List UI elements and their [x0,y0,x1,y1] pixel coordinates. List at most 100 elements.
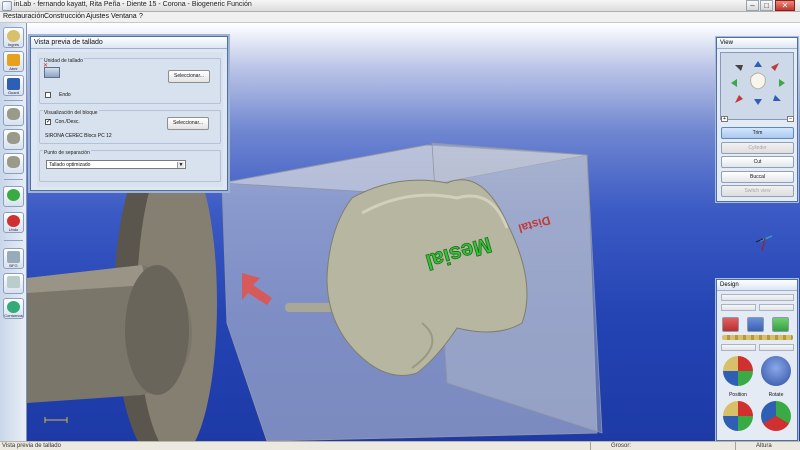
position-control-icon[interactable] [723,401,753,431]
carving-preview-panel: Vista previa de tallado Unidad de tallad… [30,36,228,191]
panel-title: Vista previa de tallado [31,37,227,49]
design-tab-4[interactable] [721,344,756,351]
buccal-button[interactable]: Buccal [721,171,794,183]
save-disk-icon [7,78,20,90]
block-preview-button[interactable] [3,273,24,294]
arrow-right-icon [779,79,785,87]
open-label: Abrir [9,66,18,71]
toolbar-separator [4,240,23,241]
block-group-label: Visualización del bloque [43,110,99,116]
minimize-button[interactable]: – [746,0,759,11]
milling-unit-icon [7,251,20,263]
status-divider [735,442,736,450]
block-name: SIRONA CEREC Blocs PC 12 [45,133,112,139]
separation-select[interactable]: Tallado optimizado ▼ [46,160,186,169]
status-text: Vista previa de tallado [2,443,61,449]
app-icon [2,1,12,11]
zoom-in-button[interactable]: + [721,116,728,122]
import-tooth-icon [7,30,20,42]
separation-value: Tallado optimizado [49,162,91,168]
design-tab-2[interactable] [721,304,756,311]
view-panel-title: View [717,38,797,49]
design-panel-title: Design [717,280,797,291]
select-unit-button[interactable]: Seleccionar... [168,70,210,83]
sprue-pin [285,303,335,312]
tooth-gray-icon [7,132,20,144]
menu-ajustes[interactable]: Ajustes [86,13,109,20]
undo-label: Undo [8,227,19,232]
position-label: Position [729,392,747,398]
close-button[interactable]: ✕ [775,0,795,11]
design-tab-5[interactable] [759,344,794,351]
milling-unit-button[interactable]: BFG [3,248,24,269]
cylinder-button[interactable]: Cylinder [721,142,794,154]
arrow-top-left-icon [735,65,743,71]
unit-group-label: Unidad de tallado [43,58,84,64]
undo-button[interactable]: Undo [3,212,24,233]
separation-group: Punto de separación Tallado optimizado ▼ [39,150,221,182]
select-block-button[interactable]: Seleccionar... [167,117,209,130]
menu-ventana[interactable]: Ventana [111,13,137,20]
tooth-tool-3-button[interactable] [3,153,24,174]
arrow-down-icon [754,99,762,105]
window-title: inLab - fernando kayatt, Rita Peña - Die… [14,1,252,8]
rotate-wheel-icon[interactable] [761,356,791,386]
cut-button[interactable]: Cut [721,156,794,168]
status-divider [590,442,591,450]
arrow-bottom-left-icon [735,95,743,103]
toolbar-separator [4,100,23,101]
menu-restauracion[interactable]: Restauración [3,13,44,20]
tooth-icon [750,72,766,90]
undo-arrow-icon [7,215,20,227]
menu-help[interactable]: ? [139,13,143,20]
tooth-gray-icon [7,156,20,168]
block-group: Visualización del bloque ✓ Con./Desc. Se… [39,110,221,144]
unit-error-icon: ✕ [43,63,49,69]
maximize-button[interactable]: □ [760,0,773,11]
grosor-label: Grosor: [611,443,632,449]
hand-blue-icon[interactable] [747,317,764,332]
switch-view-button[interactable]: Switch view [721,185,794,197]
folder-open-icon [7,54,20,66]
import-label: Ingres [7,42,20,47]
hand-red-icon[interactable] [722,317,739,332]
tooth-gray-icon [7,108,20,120]
open-button[interactable]: Abrir [3,51,24,72]
arrow-bottom-right-icon [773,95,781,101]
toolbar-separator [4,179,23,180]
design-tab-3[interactable] [759,304,794,311]
tooth-tool-1-button[interactable] [3,105,24,126]
chevron-down-icon: ▼ [177,162,184,168]
menu-bar: Restauración Construcción Ajustes Ventan… [0,12,800,23]
hand-green-icon[interactable] [772,317,789,332]
separation-group-label: Punto de separación [43,150,91,156]
design-tab-1[interactable] [721,294,794,301]
altura-label: Altura [756,443,772,449]
left-toolbar: Ingres Abrir Guard Undo BFG Contornos [0,23,27,441]
view-orientation-control[interactable] [720,52,794,120]
position-wheel-icon[interactable] [723,356,753,386]
orientation-arrows [731,61,785,105]
condesc-label: Con./Desc. [55,119,80,125]
condesc-checkbox[interactable]: ✓ [45,119,51,125]
view-panel: View + – Trim Cylinder Cut Buccal Switch… [716,37,798,202]
trim-button[interactable]: Trim [721,127,794,139]
contours-label: Contornos [4,313,23,318]
menu-construccion[interactable]: Construcción [44,13,85,20]
zoom-out-button[interactable]: – [787,116,794,122]
scale-bar [44,417,68,423]
milling-unit-label: BFG [9,263,18,268]
next-button[interactable] [3,186,24,207]
contours-button[interactable]: Contornos [3,298,24,319]
rotate-label: Rotate [768,392,784,398]
save-button[interactable]: Guard [3,75,24,96]
tooth-row-icon [722,335,793,340]
status-bar: Vista previa de tallado Grosor: Altura [0,441,800,450]
rotate-control-icon[interactable] [761,401,791,431]
design-panel: Design Position Rotate [716,279,798,441]
contours-icon [7,301,20,313]
endo-checkbox[interactable] [45,92,51,98]
tooth-tool-2-button[interactable] [3,129,24,150]
import-button[interactable]: Ingres [3,27,24,48]
endo-label: Endo [59,92,71,98]
